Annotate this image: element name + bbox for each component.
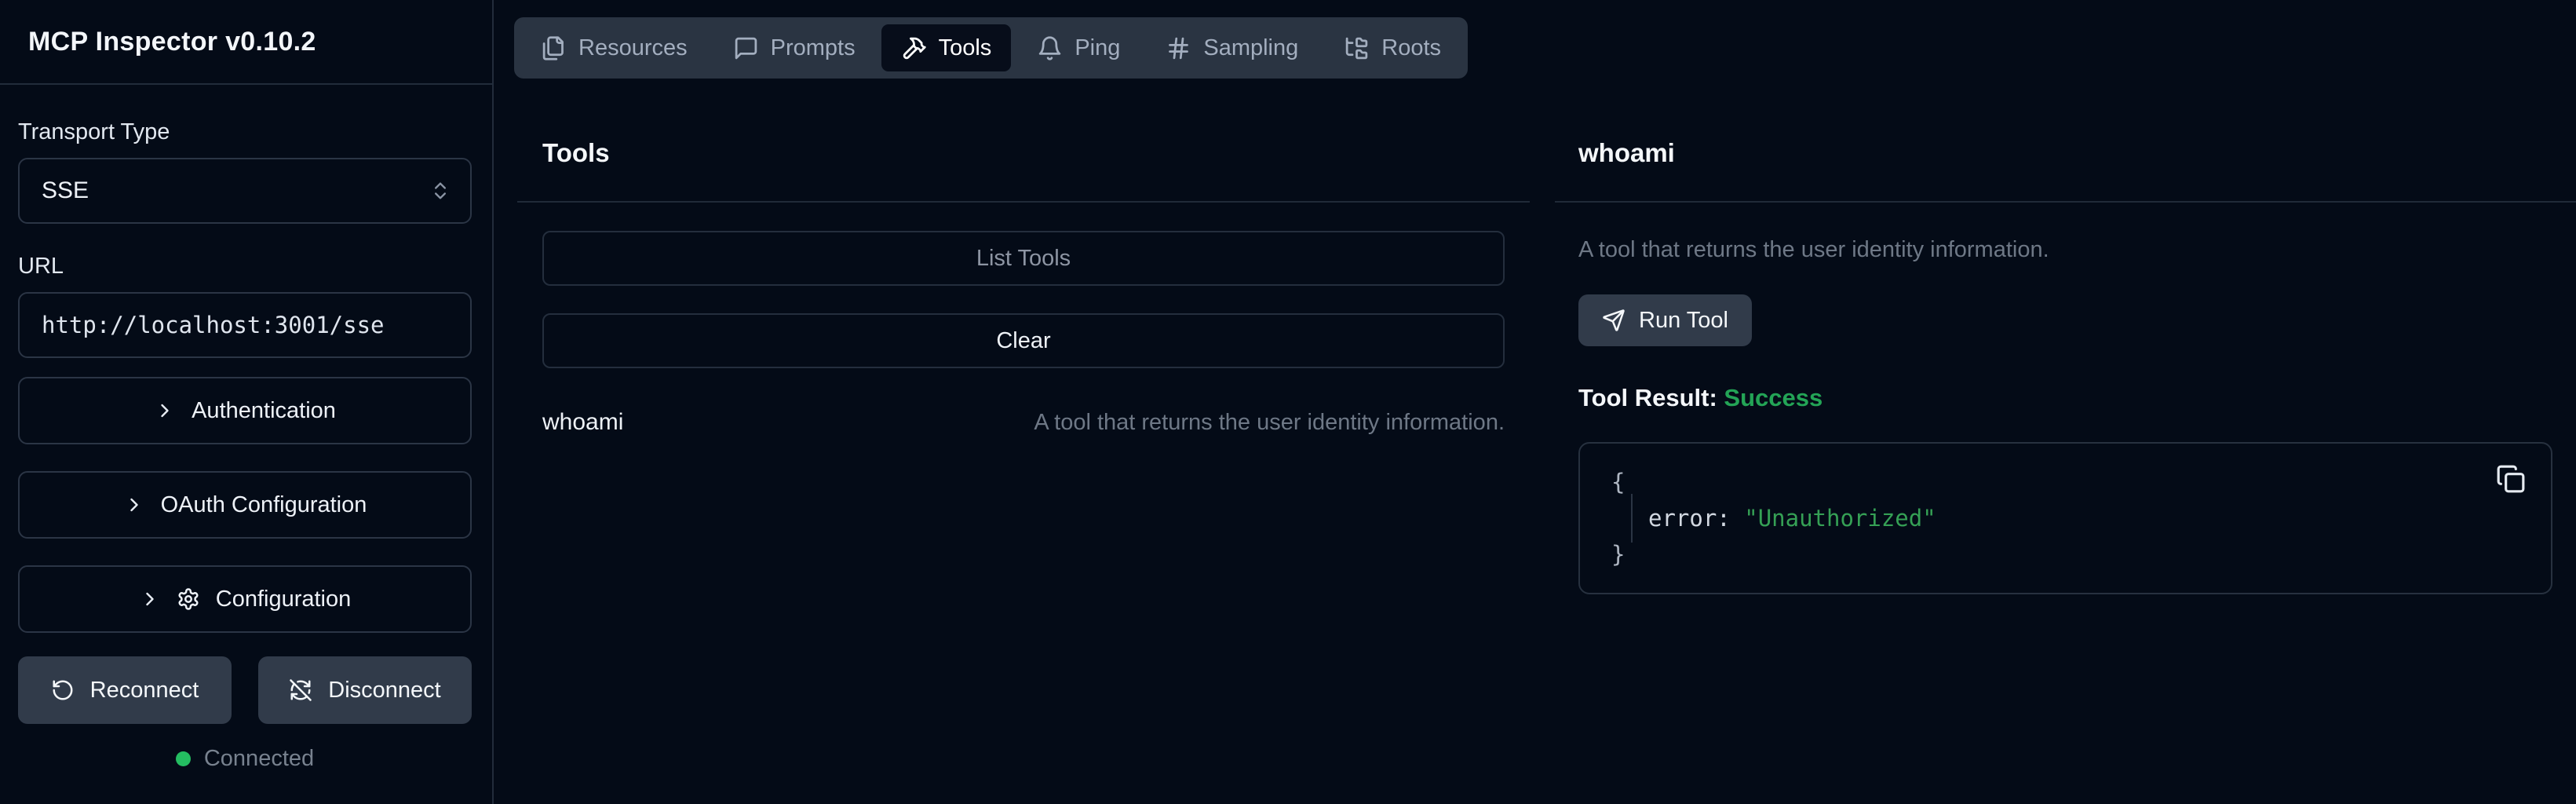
status-dot-icon [176, 751, 191, 766]
list-tools-button[interactable]: List Tools [542, 231, 1505, 286]
tool-result-label: Tool Result: [1578, 384, 1717, 411]
chevron-right-icon [123, 494, 145, 516]
connection-status: Connected [18, 746, 472, 772]
oauth-configuration-label: OAuth Configuration [161, 492, 367, 518]
tab-roots[interactable]: Roots [1324, 24, 1461, 71]
sidebar-body: Transport Type SSE URL http://localhost:… [0, 85, 492, 772]
tab-prompts[interactable]: Prompts [713, 24, 875, 71]
chevron-right-icon [139, 588, 161, 610]
message-square-icon [733, 35, 759, 61]
main-area: Resources Prompts Tools Ping Sampling Ro… [494, 0, 2576, 804]
divider [1555, 201, 2576, 203]
sidebar-header: MCP Inspector v0.10.2 [0, 0, 492, 85]
code-line: } [1611, 536, 2519, 572]
bell-icon [1037, 35, 1063, 61]
divider [517, 201, 1530, 203]
transport-type-select[interactable]: SSE [18, 158, 472, 224]
status-text: Connected [204, 746, 314, 772]
gear-icon [177, 587, 200, 611]
code-line: error: "Unauthorized" [1611, 500, 2519, 536]
rotate-ccw-icon [51, 678, 75, 702]
tools-panel: Tools List Tools Clear whoami A tool tha… [517, 79, 1530, 804]
copy-button[interactable] [2493, 461, 2529, 497]
tab-tools[interactable]: Tools [881, 24, 1012, 71]
tool-result-line: Tool Result: Success [1578, 384, 2552, 412]
run-tool-button[interactable]: Run Tool [1578, 294, 1752, 346]
sidebar: MCP Inspector v0.10.2 Transport Type SSE… [0, 0, 494, 804]
files-icon [541, 35, 567, 61]
tool-list-item-whoami[interactable]: whoami A tool that returns the user iden… [542, 409, 1505, 436]
json-key: error: [1648, 505, 1731, 532]
url-value: http://localhost:3001/sse [42, 312, 385, 338]
tool-detail-description: A tool that returns the user identity in… [1578, 237, 2552, 263]
copy-icon [2496, 464, 2526, 494]
tool-result-json: { error: "Unauthorized" } [1578, 442, 2552, 594]
tab-label: Ping [1075, 35, 1120, 61]
disconnect-button[interactable]: Disconnect [258, 656, 472, 724]
transport-type-value: SSE [42, 177, 89, 204]
oauth-configuration-toggle[interactable]: OAuth Configuration [18, 471, 472, 539]
tool-detail-panel: whoami A tool that returns the user iden… [1555, 79, 2576, 804]
url-input[interactable]: http://localhost:3001/sse [18, 292, 472, 358]
run-tool-label: Run Tool [1639, 308, 1728, 334]
reconnect-label: Reconnect [90, 678, 199, 704]
disconnect-label: Disconnect [328, 678, 440, 704]
configuration-label: Configuration [216, 587, 352, 612]
authentication-label: Authentication [192, 398, 336, 424]
send-icon [1602, 309, 1626, 332]
tab-label: Prompts [771, 35, 856, 61]
tab-bar: Resources Prompts Tools Ping Sampling Ro… [514, 17, 1468, 79]
tab-label: Tools [939, 35, 992, 61]
tab-sampling[interactable]: Sampling [1146, 24, 1318, 71]
transport-type-label: Transport Type [18, 119, 472, 145]
hammer-icon [901, 35, 927, 61]
tab-ping[interactable]: Ping [1017, 24, 1140, 71]
tool-description: A tool that returns the user identity in… [1034, 410, 1505, 436]
tool-result-status: Success [1724, 384, 1823, 411]
json-value: "Unauthorized" [1744, 505, 1936, 532]
content-area: Tools List Tools Clear whoami A tool tha… [514, 79, 2576, 804]
configuration-toggle[interactable]: Configuration [18, 565, 472, 633]
clear-button[interactable]: Clear [542, 313, 1505, 368]
chevron-right-icon [154, 400, 176, 422]
code-line: { [1611, 464, 2519, 500]
chevrons-up-down-icon [429, 180, 451, 202]
app-title: MCP Inspector v0.10.2 [28, 27, 316, 57]
connection-buttons: Reconnect Disconnect [18, 656, 472, 724]
authentication-toggle[interactable]: Authentication [18, 377, 472, 444]
reconnect-button[interactable]: Reconnect [18, 656, 232, 724]
url-label: URL [18, 254, 472, 280]
hash-icon [1166, 35, 1191, 61]
tab-label: Sampling [1203, 35, 1298, 61]
tab-label: Roots [1381, 35, 1441, 61]
tools-panel-title: Tools [542, 138, 1505, 168]
tool-name: whoami [542, 409, 623, 436]
tab-label: Resources [578, 35, 688, 61]
refresh-off-icon [289, 678, 312, 702]
folder-tree-icon [1344, 35, 1370, 61]
tool-detail-title: whoami [1578, 138, 2552, 168]
tab-resources[interactable]: Resources [521, 24, 707, 71]
